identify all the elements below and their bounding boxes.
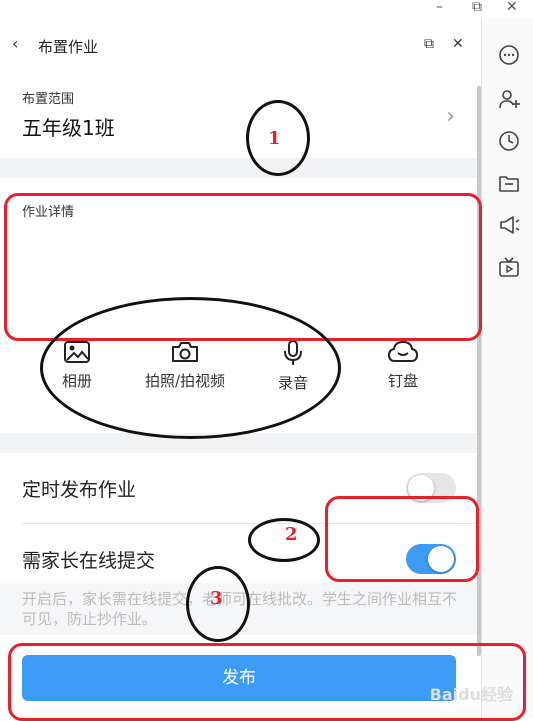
panel-header: ‹ 布置作业 ⧉ ✕ — [0, 18, 481, 76]
page-title: 布置作业 — [38, 38, 99, 56]
annotation-oval-tools — [40, 297, 341, 439]
close-window-button[interactable]: ✕ — [506, 0, 518, 14]
popout-button[interactable]: ⧉ — [424, 36, 434, 52]
scope-label: 布置范围 — [22, 92, 75, 107]
annotation-box-toggle — [325, 496, 479, 582]
ding-drive-label: 钉盘 — [387, 372, 418, 390]
annotation-number-1: 1 — [268, 128, 281, 149]
close-button[interactable]: ✕ — [452, 36, 464, 52]
scope-selector[interactable]: 布置范围 五年级1班 › — [0, 76, 477, 158]
parent-submit-label: 需家长在线提交 — [22, 550, 156, 572]
chat-icon[interactable] — [498, 44, 520, 66]
annotation-number-2: 2 — [285, 524, 298, 545]
scheduled-publish-label: 定时发布作业 — [22, 479, 137, 501]
live-tv-icon[interactable] — [498, 256, 520, 278]
restore-button[interactable]: ⧉ — [472, 0, 482, 14]
annotation-number-3: 3 — [210, 588, 223, 609]
folder-icon[interactable] — [498, 172, 520, 194]
annotation-circle-2 — [248, 518, 320, 562]
watermark: Baidu经验 — [429, 685, 513, 704]
minimize-button[interactable]: – — [436, 0, 443, 14]
right-sidebar — [481, 18, 533, 719]
announcement-icon[interactable] — [498, 214, 520, 236]
add-contact-icon[interactable] — [498, 88, 520, 110]
back-button[interactable]: ‹ — [12, 34, 18, 53]
section-gap — [0, 433, 477, 453]
scope-value: 五年级1班 — [22, 116, 115, 140]
ding-drive-button[interactable]: 钉盘 — [353, 340, 453, 391]
window-title-bar: – ⧉ ✕ — [0, 0, 533, 18]
chevron-right-icon: › — [446, 104, 455, 129]
section-gap — [0, 158, 477, 178]
history-icon[interactable] — [498, 130, 520, 152]
cloud-drive-icon — [387, 340, 419, 362]
